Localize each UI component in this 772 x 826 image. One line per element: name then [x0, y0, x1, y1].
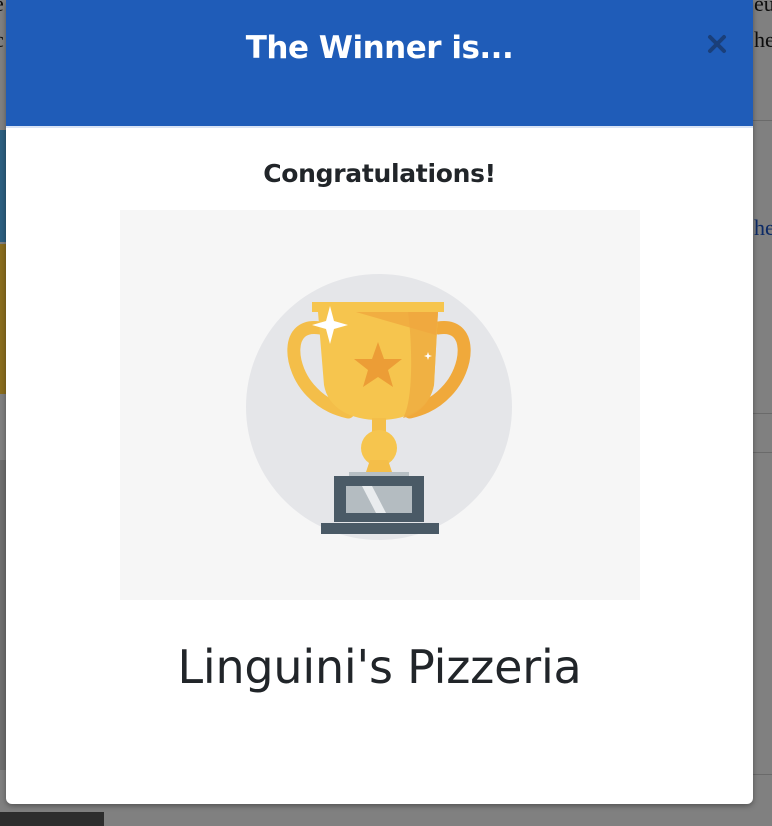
background-divider: [753, 413, 772, 414]
background-divider: [753, 774, 772, 775]
winner-modal: The Winner is... Congratulations! Lingui…: [6, 0, 753, 804]
modal-title: The Winner is...: [245, 30, 514, 66]
background-divider: [753, 120, 772, 121]
background-link-fragment: he: [754, 215, 772, 240]
background-text-fragment: eu: [754, 0, 772, 16]
background-text-fragment: e: [0, 0, 4, 17]
background-image-strip: [0, 812, 104, 826]
close-icon: [708, 35, 726, 53]
winner-name: Linguini's Pizzeria: [177, 640, 582, 694]
background-text-fragment: c: [0, 27, 4, 53]
congratulations-heading: Congratulations!: [263, 159, 496, 188]
background-divider: [753, 452, 772, 453]
modal-header: The Winner is...: [6, 0, 753, 128]
close-button[interactable]: [704, 31, 730, 57]
trophy-image: [120, 210, 640, 600]
trophy-icon: [246, 274, 512, 540]
background-text-fragment: he: [754, 27, 772, 52]
